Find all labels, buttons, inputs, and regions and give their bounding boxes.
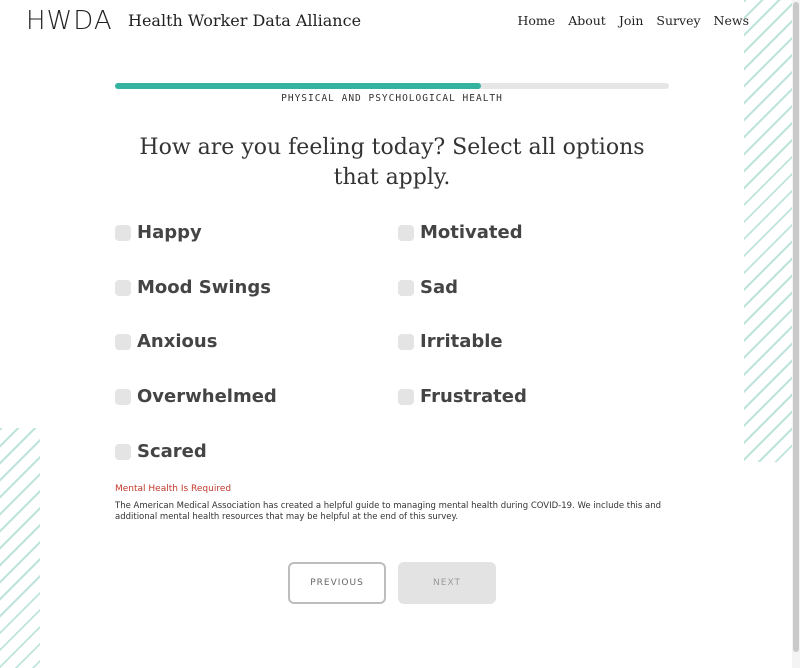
info-text: The American Medical Association has cre… bbox=[115, 501, 661, 522]
nav-about[interactable]: About bbox=[568, 13, 606, 28]
scrollbar[interactable] bbox=[792, 0, 800, 668]
option-label: Scared bbox=[137, 441, 207, 462]
option-mood-swings[interactable]: Mood Swings bbox=[115, 277, 271, 298]
progress-bar-fill bbox=[115, 83, 481, 89]
option-overwhelmed[interactable]: Overwhelmed bbox=[115, 386, 277, 407]
section-label: PHYSICAL AND PSYCHOLOGICAL HEALTH bbox=[281, 93, 503, 104]
option-scared[interactable]: Scared bbox=[115, 441, 207, 462]
site-title[interactable]: Health Worker Data Alliance bbox=[128, 11, 361, 30]
option-label: Motivated bbox=[420, 222, 523, 243]
checkbox[interactable] bbox=[115, 388, 131, 405]
nav-home[interactable]: Home bbox=[518, 13, 556, 28]
option-label: Happy bbox=[137, 222, 202, 243]
nav-survey[interactable]: Survey bbox=[656, 13, 700, 28]
nav-join[interactable]: Join bbox=[619, 13, 644, 28]
option-label: Overwhelmed bbox=[137, 386, 277, 407]
checkbox[interactable] bbox=[398, 388, 414, 405]
checkbox[interactable] bbox=[115, 443, 131, 460]
option-frustrated[interactable]: Frustrated bbox=[398, 386, 527, 407]
question-text: How are you feeling today? Select all op… bbox=[139, 135, 645, 190]
scrollbar-thumb[interactable] bbox=[793, 2, 799, 652]
checkbox[interactable] bbox=[398, 224, 414, 241]
option-irritable[interactable]: Irritable bbox=[398, 331, 503, 352]
nav-news[interactable]: News bbox=[714, 13, 749, 28]
checkbox[interactable] bbox=[398, 333, 414, 350]
decorative-stripes-right bbox=[744, 0, 792, 462]
decorative-stripes-left bbox=[0, 428, 40, 668]
option-anxious[interactable]: Anxious bbox=[115, 331, 217, 352]
option-motivated[interactable]: Motivated bbox=[398, 222, 523, 243]
logo[interactable]: HWDA bbox=[26, 6, 113, 36]
option-label: Sad bbox=[420, 277, 458, 298]
checkbox[interactable] bbox=[115, 333, 131, 350]
option-label: Irritable bbox=[420, 331, 503, 352]
next-button[interactable]: NEXT bbox=[398, 562, 496, 604]
previous-button[interactable]: PREVIOUS bbox=[288, 562, 386, 604]
checkbox[interactable] bbox=[115, 224, 131, 241]
option-label: Anxious bbox=[137, 331, 218, 352]
checkbox[interactable] bbox=[115, 279, 131, 296]
checkbox[interactable] bbox=[398, 279, 414, 296]
main-nav: Home About Join Survey News bbox=[518, 13, 750, 28]
progress-bar bbox=[115, 83, 669, 89]
option-happy[interactable]: Happy bbox=[115, 222, 202, 243]
site-header: HWDA Health Worker Data Alliance Home Ab… bbox=[0, 0, 792, 44]
option-label: Frustrated bbox=[420, 386, 527, 407]
option-sad[interactable]: Sad bbox=[398, 277, 458, 298]
error-message: Mental Health Is Required bbox=[115, 484, 232, 494]
option-label: Mood Swings bbox=[137, 277, 271, 298]
